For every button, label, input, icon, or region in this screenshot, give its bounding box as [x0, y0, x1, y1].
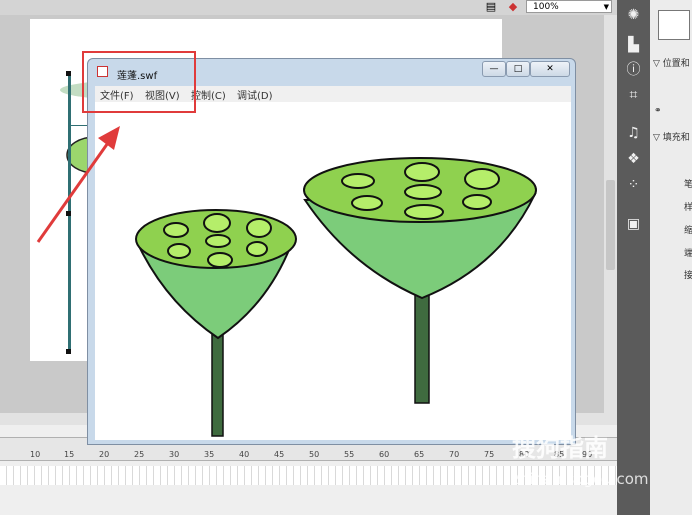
tick-label: 65 — [414, 450, 425, 459]
tick-label: 30 — [169, 450, 180, 459]
seed — [203, 213, 231, 233]
edit-scene-icon[interactable]: ▤ — [484, 0, 498, 13]
seed — [462, 194, 492, 210]
right-stem — [414, 291, 430, 404]
seed — [246, 241, 268, 257]
prop-label: 笔 — [684, 180, 692, 190]
seed — [341, 173, 375, 189]
align-icon[interactable]: ▙ — [624, 36, 643, 55]
seed — [404, 184, 442, 200]
transform-handle[interactable] — [66, 349, 71, 354]
seed — [404, 204, 444, 220]
shape-preview — [658, 10, 690, 40]
properties-panel: ▽ 位置和 ⚭ ▽ 填充和 笔 样 缩 端 接 — [650, 0, 692, 515]
section-position[interactable]: ▽ 位置和 — [653, 56, 690, 69]
transform-handle[interactable] — [66, 71, 71, 76]
minimize-button[interactable]: — — [482, 61, 506, 77]
lotus-pods-illustration — [135, 157, 537, 437]
watermark-brand: 搜狗指南 — [512, 434, 608, 462]
prop-label: 端 — [684, 249, 692, 259]
tick-label: 20 — [99, 450, 110, 459]
tick-label: 55 — [344, 450, 355, 459]
left-stem — [211, 333, 224, 437]
seed — [404, 162, 440, 182]
tick-label: 50 — [309, 450, 320, 459]
tool-strip: ✺ ▙ ⓘ ⌗ ♫ ❖ ⁘ ▣ — [617, 0, 650, 515]
zoom-select[interactable]: 100% ▼ — [526, 0, 612, 13]
edit-symbol-icon[interactable]: ◆ — [506, 0, 520, 13]
color-palette-icon[interactable]: ✺ — [624, 6, 643, 25]
highlight-box — [82, 51, 196, 113]
chevron-down-icon: ▼ — [603, 3, 609, 11]
top-toolbar — [0, 0, 617, 15]
maximize-button[interactable]: □ — [506, 61, 530, 77]
scroll-thumb[interactable] — [606, 180, 615, 270]
seed — [351, 195, 383, 211]
seed — [163, 222, 189, 238]
menu-control[interactable]: 控制(C) — [191, 87, 226, 102]
tick-label: 25 — [134, 450, 145, 459]
arrow-shaft — [36, 139, 112, 243]
tick-label: 35 — [204, 450, 215, 459]
code-snippet-icon[interactable]: ♫ — [624, 124, 643, 143]
library-icon[interactable]: ▣ — [624, 215, 643, 234]
tick-label: 60 — [379, 450, 390, 459]
prop-label: 样 — [684, 203, 692, 213]
arrow-head — [98, 126, 120, 150]
prop-label: 接 — [684, 271, 692, 281]
tick-label: 45 — [274, 450, 285, 459]
tick-label: 40 — [239, 450, 250, 459]
tick-label: 10 — [30, 450, 41, 459]
watermark-url: zhinan.sogou.com — [512, 470, 649, 488]
seed — [167, 243, 191, 259]
components-icon[interactable]: ❖ — [624, 150, 643, 169]
seed — [246, 218, 272, 238]
tick-label: 70 — [449, 450, 460, 459]
seed — [205, 234, 231, 248]
zoom-value: 100% — [533, 2, 559, 12]
motion-presets-icon[interactable]: ⁘ — [624, 176, 643, 195]
transform-icon[interactable]: ⌗ — [624, 86, 643, 105]
close-button[interactable]: ✕ — [530, 61, 570, 77]
seed — [207, 252, 233, 268]
chain-icon[interactable]: ⚭ — [654, 106, 662, 116]
info-icon[interactable]: ⓘ — [624, 61, 643, 80]
tick-label: 15 — [64, 450, 75, 459]
tick-label: 75 — [484, 450, 495, 459]
prop-label: 缩 — [684, 226, 692, 236]
seed — [464, 168, 500, 190]
section-fill-stroke[interactable]: ▽ 填充和 — [653, 130, 690, 143]
menu-debug[interactable]: 调试(D) — [237, 87, 273, 102]
annotation-arrow — [36, 126, 120, 243]
